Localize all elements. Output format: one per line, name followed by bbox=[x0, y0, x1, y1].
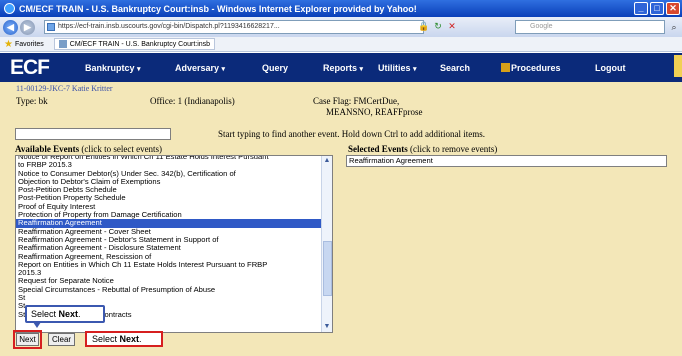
selected-events-hint: (click to remove events) bbox=[410, 144, 498, 154]
chevron-down-icon: ▾ bbox=[359, 66, 364, 73]
events-scrollbar[interactable]: ▲ ▼ bbox=[321, 156, 332, 332]
case-number-link[interactable]: 11-00129-JKC-7 Katie Kritter bbox=[16, 84, 113, 93]
callout-text: Select bbox=[92, 334, 120, 344]
chevron-down-icon: ▾ bbox=[221, 66, 226, 73]
minimize-button[interactable]: _ bbox=[634, 2, 648, 15]
tab-label: CM/ECF TRAIN - U.S. Bankruptcy Court:ins… bbox=[69, 40, 211, 48]
browser-window: CM/ECF TRAIN - U.S. Bankruptcy Court:ins… bbox=[0, 0, 682, 356]
menu-label: Procedures bbox=[511, 63, 561, 73]
chevron-down-icon: ▾ bbox=[413, 66, 417, 73]
menu-search[interactable]: Search bbox=[440, 63, 470, 73]
selected-event-item[interactable]: Reaffirmation Agreement bbox=[349, 156, 433, 165]
available-events-items: Notice of Report on Entities in Which Ch… bbox=[16, 156, 322, 319]
menu-label: Search bbox=[440, 63, 471, 73]
search-placeholder: Google bbox=[530, 23, 553, 30]
available-events-title: Available Events bbox=[15, 144, 80, 154]
stop-icon[interactable]: ✕ bbox=[446, 20, 458, 33]
url-field[interactable]: https://ecf-train.insb.uscourts.gov/cgi-… bbox=[44, 20, 424, 34]
info-icon bbox=[501, 63, 510, 72]
favorites-label[interactable]: Favorites bbox=[15, 41, 44, 48]
menu-label: Query bbox=[262, 63, 289, 73]
scroll-down-icon[interactable]: ▼ bbox=[322, 322, 332, 332]
menu-label: Adversary bbox=[175, 63, 220, 73]
back-button[interactable]: ◀ bbox=[3, 19, 18, 35]
forward-button[interactable]: ▶ bbox=[20, 19, 35, 35]
event-option[interactable]: Special Circumstances - Rebuttal of Pres… bbox=[16, 285, 322, 294]
favorites-bar: ★ Favorites CM/ECF TRAIN - U.S. Bankrupt… bbox=[0, 37, 682, 52]
next-instruction-label: Select Next. bbox=[85, 331, 163, 347]
menu-label: Utilities bbox=[378, 63, 411, 73]
menu-label: Reports bbox=[323, 63, 358, 73]
case-office: Office: 1 (Indianapolis) bbox=[150, 96, 235, 106]
page-icon bbox=[47, 23, 55, 31]
url-text: https://ecf-train.insb.uscourts.gov/cgi-… bbox=[58, 23, 280, 30]
event-filter-input[interactable] bbox=[15, 128, 171, 140]
callout-bold-text: Next bbox=[119, 334, 140, 344]
menu-bankruptcy[interactable]: Bankruptcy ▾ bbox=[85, 63, 141, 73]
clear-button[interactable]: Clear bbox=[48, 333, 75, 346]
next-button[interactable]: Next bbox=[16, 333, 39, 346]
callout-text-end: . bbox=[139, 334, 142, 344]
lock-icon[interactable]: 🔒 bbox=[418, 20, 430, 33]
scroll-up-icon[interactable]: ▲ bbox=[322, 156, 332, 166]
close-button[interactable]: ✕ bbox=[666, 2, 680, 15]
menu-reports[interactable]: Reports ▾ bbox=[323, 63, 363, 73]
event-option[interactable]: Report on Entities in Which Ch 11 Estate… bbox=[16, 260, 322, 269]
browser-tab[interactable]: CM/ECF TRAIN - U.S. Bankruptcy Court:ins… bbox=[53, 38, 216, 50]
refresh-icon[interactable]: ↻ bbox=[432, 20, 444, 33]
menu-query[interactable]: Query bbox=[262, 63, 288, 73]
menu-adversary[interactable]: Adversary ▾ bbox=[175, 63, 225, 73]
event-option[interactable]: St bbox=[16, 293, 322, 302]
search-icon[interactable]: ⌕ bbox=[668, 20, 680, 34]
menu-utilities[interactable]: Utilities ▾ bbox=[378, 63, 417, 73]
scroll-thumb[interactable] bbox=[323, 241, 332, 296]
chevron-down-icon: ▾ bbox=[137, 66, 141, 73]
favorites-star-icon[interactable]: ★ bbox=[4, 39, 13, 50]
case-flags-line1: Case Flag: FMCertDue, bbox=[313, 96, 400, 106]
ecf-menu-bar: ECF Bankruptcy ▾ Adversary ▾ Query Repor… bbox=[0, 53, 682, 82]
maximize-button[interactable]: □ bbox=[650, 2, 664, 15]
filter-hint: Start typing to find another event. Hold… bbox=[218, 129, 485, 139]
menu-label: Bankruptcy bbox=[85, 63, 135, 73]
window-title: CM/ECF TRAIN - U.S. Bankruptcy Court:ins… bbox=[19, 3, 417, 14]
internet-explorer-icon bbox=[4, 3, 15, 14]
case-flags-line2: MEANSNO, REAFFprose bbox=[326, 107, 423, 117]
tab-page-icon bbox=[58, 40, 67, 48]
ecf-logo: ECF bbox=[10, 55, 50, 79]
selected-events-list[interactable]: Reaffirmation Agreement bbox=[346, 155, 667, 167]
callout-bold-text: Next bbox=[58, 309, 79, 319]
callout-pointer bbox=[33, 322, 41, 328]
search-input[interactable]: Google bbox=[515, 20, 665, 34]
available-events-heading: Available Events (click to select events… bbox=[15, 144, 162, 154]
case-type: Type: bk bbox=[16, 96, 48, 106]
menu-label: Logout bbox=[595, 63, 626, 73]
selected-events-title: Selected Events bbox=[348, 144, 408, 154]
title-bar: CM/ECF TRAIN - U.S. Bankruptcy Court:ins… bbox=[0, 0, 682, 17]
callout-text-end: . bbox=[78, 309, 81, 319]
toolbar-tab-edge bbox=[674, 55, 682, 77]
menu-logout[interactable]: Logout bbox=[595, 63, 626, 73]
available-events-hint: (click to select events) bbox=[81, 144, 163, 154]
instruction-callout: Select Next. bbox=[25, 305, 105, 323]
selected-events-heading: Selected Events (click to remove events) bbox=[348, 144, 497, 154]
callout-text: Select bbox=[31, 309, 59, 319]
address-bar: ◀ ▶ https://ecf-train.insb.uscourts.gov/… bbox=[0, 17, 682, 37]
menu-procedures[interactable]: Procedures bbox=[501, 63, 561, 73]
